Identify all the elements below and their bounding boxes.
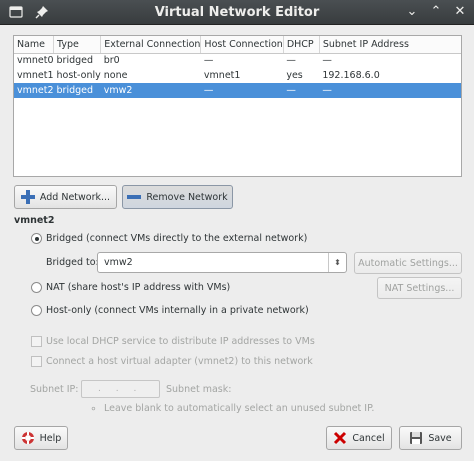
title-bar: Virtual Network Editor ⌄ ⌃ ✕ xyxy=(0,0,474,25)
cell-external: none xyxy=(103,70,128,81)
table-row[interactable]: vmnet0 bridged br0 — — — xyxy=(14,53,461,68)
column-header-type[interactable]: Type xyxy=(53,36,102,54)
cell-external: vmw2 xyxy=(100,83,201,98)
column-header-subnet[interactable]: Subnet IP Address xyxy=(319,36,461,54)
host-adapter-checkbox[interactable] xyxy=(31,356,42,367)
cell-subnet: — xyxy=(322,55,332,67)
cell-host: — xyxy=(200,83,284,98)
help-label: Help xyxy=(39,432,62,444)
remove-network-label: Remove Network xyxy=(146,191,228,203)
remove-network-button[interactable]: Remove Network xyxy=(122,185,233,209)
combo-arrow-icon[interactable]: ⬍ xyxy=(328,253,346,272)
subnet-ip-input[interactable]: . . . xyxy=(81,380,160,398)
bridged-radio[interactable] xyxy=(31,233,42,244)
bridged-to-value: vmw2 xyxy=(104,257,133,268)
add-network-label: Add Network... xyxy=(39,191,111,203)
nat-label[interactable]: NAT (share host's IP address with VMs) xyxy=(46,282,230,293)
nat-radio[interactable] xyxy=(31,282,42,293)
bridged-label[interactable]: Bridged (connect VMs directly to the ext… xyxy=(46,233,307,244)
subnet-ip-label: Subnet IP: xyxy=(30,384,79,395)
cell-dhcp: — xyxy=(286,55,296,67)
save-icon xyxy=(409,431,423,445)
window-title: Virtual Network Editor xyxy=(154,5,320,20)
info-icon: ∘ xyxy=(90,402,97,415)
dhcp-checkbox[interactable] xyxy=(31,336,42,347)
subnet-mask-label: Subnet mask: xyxy=(166,384,232,395)
host-only-radio[interactable] xyxy=(31,305,42,316)
bridged-to-combo[interactable]: vmw2 ⬍ xyxy=(97,252,347,273)
bridged-to-label: Bridged to: xyxy=(46,257,99,268)
cell-dhcp: yes xyxy=(286,70,303,81)
nat-settings-label: NAT Settings... xyxy=(384,282,455,294)
cell-type: bridged xyxy=(56,55,94,67)
automatic-settings-button[interactable]: Automatic Settings... xyxy=(354,252,462,274)
plus-icon xyxy=(20,190,35,204)
cell-type: bridged xyxy=(53,83,101,98)
table-row-selected[interactable]: vmnet2 bridged vmw2 — — — xyxy=(14,83,461,98)
host-only-label[interactable]: Host-only (connect VMs internally in a p… xyxy=(46,305,309,316)
section-title: vmnet2 xyxy=(14,215,55,226)
cell-name: vmnet1 xyxy=(17,70,54,81)
cell-external: br0 xyxy=(103,55,120,67)
save-button[interactable]: Save xyxy=(399,426,462,450)
add-network-button[interactable]: Add Network... xyxy=(14,185,117,209)
host-adapter-checkbox-label: Connect a host virtual adapter (vmnet2) … xyxy=(46,356,313,367)
cancel-label: Cancel xyxy=(352,432,385,444)
column-header-host[interactable]: Host Connection xyxy=(200,36,284,54)
help-button[interactable]: Help xyxy=(14,426,68,450)
nat-settings-button[interactable]: NAT Settings... xyxy=(377,277,462,299)
save-label: Save xyxy=(428,432,452,444)
automatic-settings-label: Automatic Settings... xyxy=(358,257,458,269)
cell-name: vmnet0 xyxy=(17,55,54,67)
column-header-external[interactable]: External Connection xyxy=(100,36,202,54)
subnet-hint: Leave blank to automatically select an u… xyxy=(104,403,375,414)
table-row[interactable]: vmnet1 host-only none vmnet1 yes 192.168… xyxy=(14,68,461,83)
cell-subnet: — xyxy=(319,83,461,98)
column-header-dhcp[interactable]: DHCP xyxy=(283,36,320,54)
cell-name: vmnet2 xyxy=(14,83,54,98)
network-table[interactable]: Name Type External Connection Host Conne… xyxy=(13,35,462,177)
column-header-name[interactable]: Name xyxy=(14,36,55,54)
maximize-icon[interactable]: ⌃ xyxy=(428,4,444,20)
table-header: Name Type External Connection Host Conne… xyxy=(14,36,461,54)
cell-host: vmnet1 xyxy=(203,70,241,81)
minimize-icon[interactable]: ⌄ xyxy=(404,4,420,20)
close-icon[interactable]: ✕ xyxy=(452,4,468,20)
cell-type: host-only xyxy=(56,70,101,81)
cell-dhcp: — xyxy=(283,83,320,98)
cell-host: — xyxy=(203,55,214,67)
lifebuoy-icon xyxy=(21,431,35,445)
cancel-icon xyxy=(333,431,347,445)
minus-icon xyxy=(127,190,142,204)
dhcp-checkbox-label: Use local DHCP service to distribute IP … xyxy=(46,336,315,347)
cancel-button[interactable]: Cancel xyxy=(326,426,392,450)
cell-subnet: 192.168.6.0 xyxy=(322,70,380,81)
